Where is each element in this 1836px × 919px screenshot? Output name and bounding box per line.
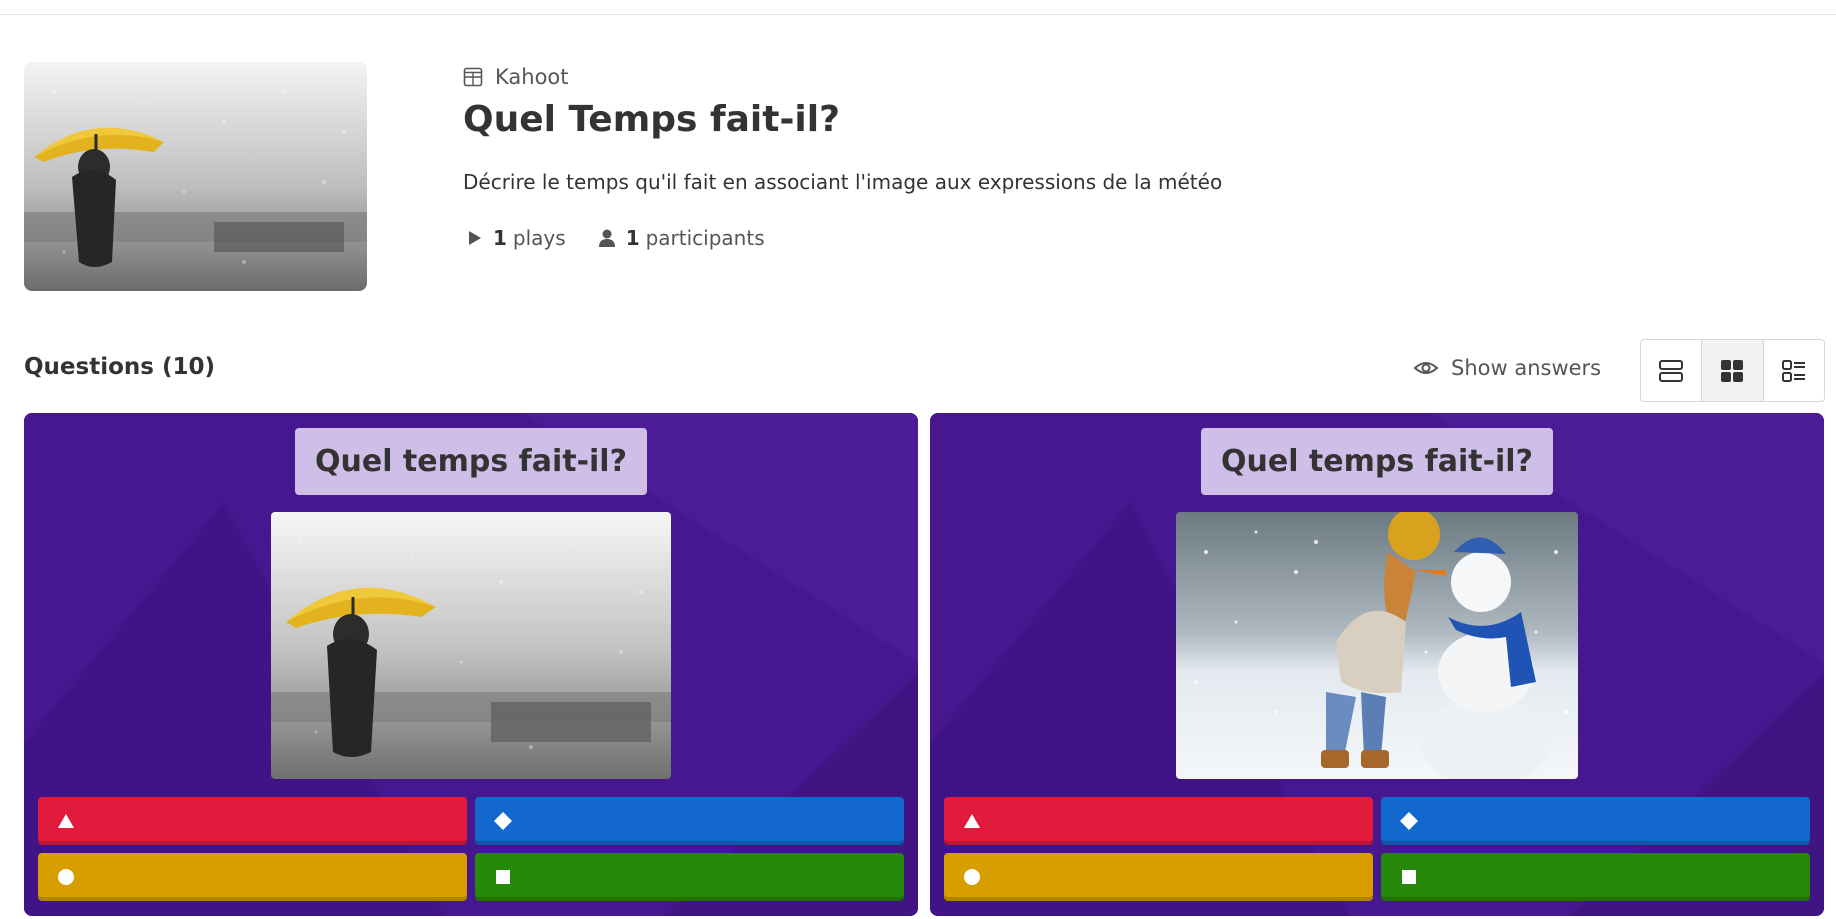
plays-stat: 1 plays [463,226,566,250]
list-view-icon [1659,359,1684,382]
questions-header: Questions (10) [24,354,215,380]
kahoot-title: Quel Temps fait-il? [463,99,840,140]
circle-icon [964,869,980,885]
question-card-2[interactable]: Quel temps fait-il? [930,413,1824,916]
grid-view-icon [1721,359,1744,382]
answer-blue[interactable] [475,797,904,845]
kahoot-type-label: Kahoot [495,65,569,89]
triangle-icon [58,814,74,828]
answer-red[interactable] [38,797,467,845]
answer-yellow[interactable] [944,853,1373,901]
kahoot-type-row: Kahoot [463,62,1663,92]
square-icon [1402,870,1416,884]
answer-green[interactable] [475,853,904,901]
plays-count: 1 [493,226,507,250]
answer-blue[interactable] [1381,797,1810,845]
participants-count: 1 [625,226,640,250]
kahoot-stats: 1 plays 1 participants [463,226,1663,250]
participants-stat: 1 participants [596,226,765,250]
person-icon [598,229,615,247]
eye-icon [1413,362,1439,374]
detail-view-button[interactable] [1764,340,1824,401]
play-icon [469,231,481,245]
answer-red[interactable] [944,797,1373,845]
kahoot-grid-icon [463,67,483,87]
question-card-1[interactable]: Quel temps fait-il? [24,413,918,916]
triangle-icon [964,814,980,828]
show-answers-label: Show answers [1451,356,1602,380]
kahoot-description: Décrire le temps qu'il fait en associant… [463,170,1223,194]
question-title: Quel temps fait-il? [295,428,647,495]
grid-view-button[interactable] [1702,340,1764,401]
show-answers-button[interactable]: Show answers [1413,355,1601,381]
answer-yellow[interactable] [38,853,467,901]
question-image-rain [271,512,671,779]
question-title: Quel temps fait-il? [1201,428,1553,495]
list-view-button[interactable] [1641,340,1703,401]
detail-view-icon [1781,359,1805,382]
view-mode-toggle [1640,339,1825,402]
diamond-icon [1400,812,1418,830]
plays-label: plays [512,226,566,250]
diamond-icon [494,812,512,830]
kahoot-info: Kahoot Quel Temps fait-il? Décrire le te… [463,62,1663,250]
participants-label: participants [645,226,765,250]
circle-icon [58,869,74,885]
square-icon [496,870,510,884]
top-divider [0,14,1836,15]
kahoot-cover-image [24,62,367,291]
answer-green[interactable] [1381,853,1810,901]
question-image-snowman [1176,512,1578,779]
